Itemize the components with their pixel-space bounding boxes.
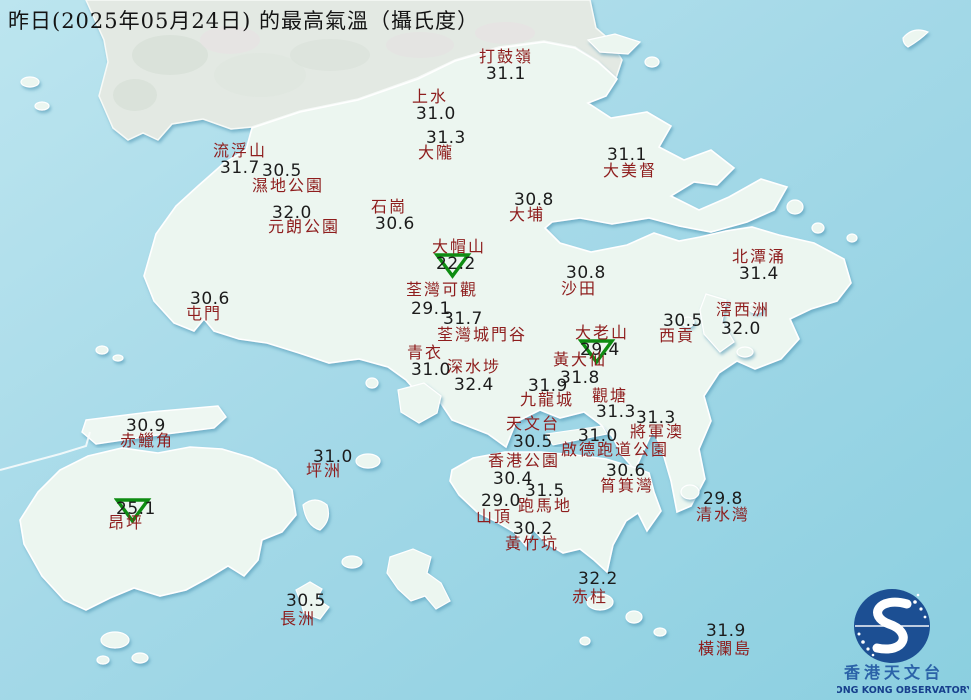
station-name: 昂坪 (108, 513, 145, 532)
station-value: 31.3 (596, 402, 636, 422)
station-name: 北潭涌 (732, 247, 787, 266)
station-name: 大帽山 (432, 237, 487, 256)
station-name: 大隴 (418, 143, 455, 162)
station-name: 大老山 (575, 323, 630, 342)
station-name: 赤柱 (572, 587, 609, 606)
station-name: 山頂 (476, 507, 513, 526)
station-name: 大埔 (509, 205, 546, 224)
beaufort (579, 636, 591, 646)
station-value: 31.9 (706, 621, 746, 641)
port-island (846, 233, 858, 243)
shekou-isle-1 (20, 76, 40, 88)
station-value: 31.1 (486, 64, 526, 84)
hko-logo: 香港天文台 HONG KONG OBSERVATORY (837, 589, 969, 696)
station-name: 清水灣 (696, 505, 751, 524)
station-name: 深水埗 (447, 357, 502, 376)
station-name: 打鼓嶺 (479, 47, 534, 66)
tung-lung-chau (680, 484, 700, 500)
station-name: 黃竹坑 (505, 534, 560, 553)
station-name: 滘西洲 (716, 300, 771, 319)
jin-island (736, 346, 754, 358)
station-name: 元朗公園 (268, 217, 341, 236)
station-value: 31.7 (220, 158, 260, 178)
sha-chau-1 (95, 345, 109, 355)
station-name: 荃灣城門谷 (437, 325, 528, 344)
station-name: 跑馬地 (518, 496, 573, 515)
station-name: 屯門 (186, 304, 223, 323)
station-value: 31.4 (739, 264, 779, 284)
station-name: 大美督 (603, 161, 658, 180)
logo-en-text: HONG KONG OBSERVATORY (837, 685, 969, 696)
station-value: 32.4 (454, 375, 494, 395)
waglan (653, 627, 667, 637)
hong-kong-map (0, 0, 971, 700)
sha-chau-2 (112, 354, 124, 362)
shek-kwu-chau (341, 555, 363, 569)
logo-cn-text: 香港天文台 (843, 663, 944, 682)
grass-island (811, 222, 825, 234)
station-name: 荃灣可觀 (406, 280, 479, 299)
ap-chau (644, 56, 660, 68)
station-name: 石崗 (371, 197, 408, 216)
weather-map-screen: 昨日(2025年05月24日) 的最高氣溫（攝氏度） 31.1 打鼓嶺 31.0 上水… (0, 0, 971, 700)
station-value: 32.0 (721, 319, 761, 339)
soko-3 (96, 655, 110, 665)
station-name: 長洲 (280, 609, 317, 628)
page-title: 昨日(2025年05月24日) 的最高氣溫（攝氏度） (8, 9, 479, 33)
station-name: 坪洲 (306, 461, 343, 480)
station-name: 九龍城 (520, 390, 575, 409)
station-name: 青衣 (407, 343, 444, 362)
station-name: 橫瀾島 (698, 639, 753, 658)
station-name: 將軍澳 (630, 422, 685, 441)
station-name: 黃大仙 (553, 350, 608, 369)
station-name: 沙田 (561, 279, 598, 298)
station-name: 流浮山 (213, 141, 268, 160)
soko-1 (100, 631, 130, 649)
station-name: 筲箕灣 (600, 476, 655, 495)
station-name: 觀塘 (592, 386, 629, 405)
ma-wan (365, 377, 379, 389)
station-name: 上水 (412, 87, 449, 106)
station-value: 32.2 (578, 569, 618, 589)
shekou-isle-2 (34, 101, 50, 111)
station-value: 30.5 (286, 591, 326, 611)
station-value: 22.2 (436, 254, 476, 274)
station-name: 赤鱲角 (120, 431, 175, 450)
station-value: 30.5 (513, 432, 553, 452)
station-value: 30.6 (375, 214, 415, 234)
station-value: 31.0 (411, 360, 451, 380)
station-name: 濕地公園 (252, 176, 325, 195)
po-toi-2 (625, 610, 643, 624)
station-value: 31.0 (416, 104, 456, 124)
station-name: 西貢 (659, 326, 696, 345)
station-name: 啟德跑道公園 (561, 440, 670, 459)
station-name: 香港公園 (488, 451, 561, 470)
station-name: 天文台 (506, 414, 561, 433)
peng-chau (355, 453, 381, 469)
soko-2 (131, 652, 149, 664)
tap-mun (786, 199, 804, 215)
